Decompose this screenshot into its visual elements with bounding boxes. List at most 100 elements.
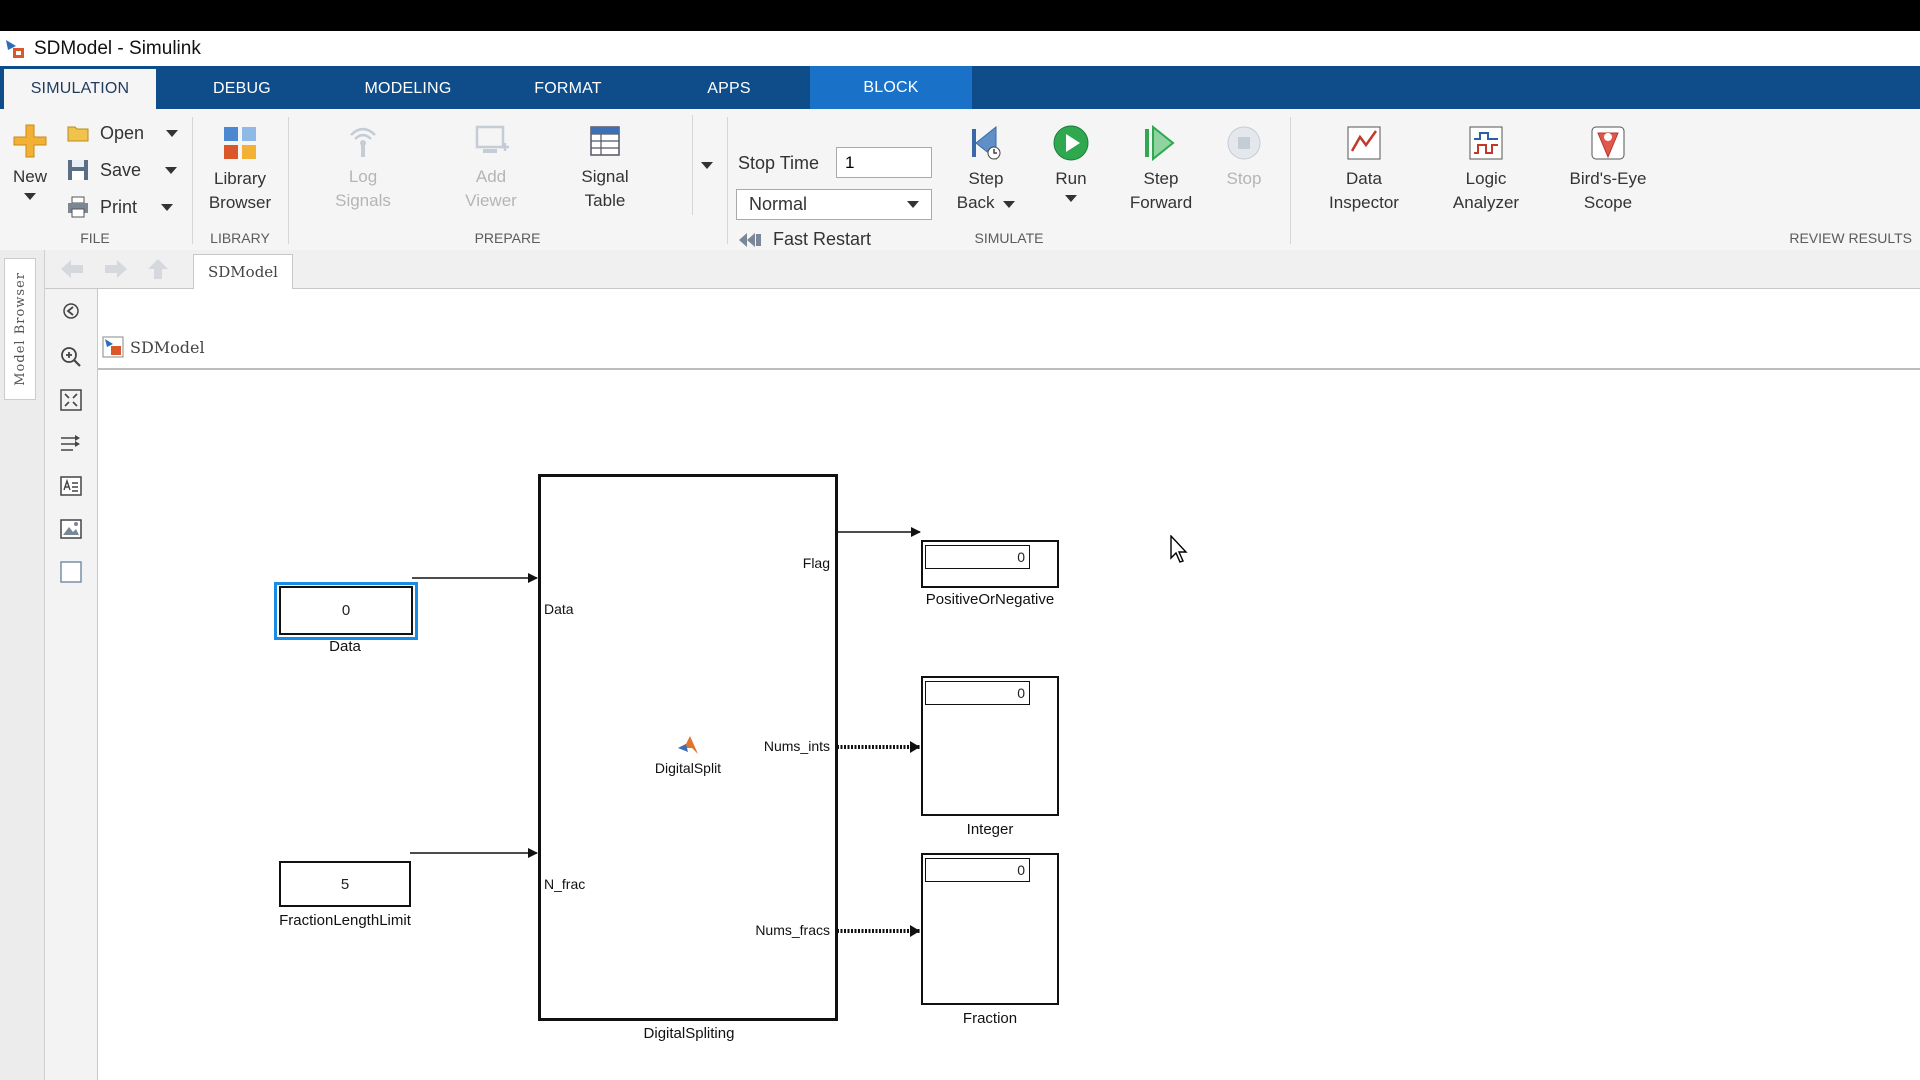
- open-button[interactable]: Open: [66, 121, 179, 145]
- signal-table-icon: [590, 126, 620, 156]
- up-arrow-icon[interactable]: [145, 258, 171, 280]
- step-back-button[interactable]: Step Back: [952, 123, 1020, 215]
- log-signals-button[interactable]: Log Signals: [328, 121, 398, 213]
- simulation-mode-value: Normal: [749, 194, 808, 214]
- signal-line-icon[interactable]: [59, 431, 83, 455]
- step-forward-label-2: Forward: [1129, 193, 1193, 212]
- log-signals-label-2: Signals: [335, 191, 391, 210]
- model-path-bar: SDModel: [98, 326, 1920, 370]
- birds-eye-scope-icon: [1591, 126, 1625, 160]
- input-port-n-frac: N_frac: [544, 876, 586, 892]
- area-icon[interactable]: [59, 560, 83, 584]
- fit-to-view-icon[interactable]: [59, 388, 83, 412]
- file-group-label: FILE: [80, 230, 110, 246]
- data-constant-block[interactable]: 0: [279, 586, 413, 635]
- matlab-function-icon: [678, 736, 698, 754]
- forward-arrow-icon[interactable]: [103, 258, 129, 280]
- step-forward-button[interactable]: Step Forward: [1124, 123, 1198, 215]
- new-label: New: [12, 167, 47, 186]
- run-icon: [1053, 125, 1089, 161]
- hide-show-browser-icon[interactable]: [59, 299, 83, 323]
- run-label: Run: [1055, 169, 1087, 188]
- stop-time-input[interactable]: [836, 147, 932, 178]
- fraction-length-limit-block[interactable]: 5: [279, 861, 411, 907]
- data-inspector-label-2: Inspector: [1329, 193, 1399, 212]
- model-browser-label: Model Browser: [12, 272, 28, 386]
- fraction-length-limit-value: 5: [340, 875, 350, 893]
- birds-eye-label-2: Scope: [1583, 193, 1633, 212]
- separator: [727, 117, 728, 244]
- logic-analyzer-button[interactable]: Logic Analyzer: [1440, 123, 1532, 215]
- zoom-in-icon[interactable]: [59, 345, 83, 369]
- library-group: Library Browser LIBRARY: [194, 109, 286, 250]
- open-label: Open: [100, 122, 145, 143]
- tab-debug[interactable]: DEBUG: [156, 69, 328, 109]
- open-dropdown-icon: [166, 129, 179, 137]
- fast-restart-icon: [739, 232, 761, 247]
- tab-format[interactable]: FORMAT: [488, 69, 648, 109]
- output-port-flag: Flag: [802, 555, 830, 571]
- tab-simulation[interactable]: SIMULATION: [4, 69, 156, 109]
- birds-eye-scope-button[interactable]: Bird's-Eye Scope: [1560, 123, 1656, 215]
- signal-arrow-nums-fracs: [910, 925, 920, 937]
- data-inspector-button[interactable]: Data Inspector: [1318, 123, 1410, 215]
- step-back-dropdown-icon: [1003, 201, 1016, 208]
- library-browser-label-1: Library: [214, 169, 266, 188]
- back-arrow-icon[interactable]: [59, 258, 85, 280]
- new-button[interactable]: New: [10, 121, 50, 200]
- logic-analyzer-label-2: Analyzer: [1452, 193, 1520, 212]
- fast-restart-button[interactable]: Fast Restart: [737, 229, 871, 250]
- open-folder-icon: [67, 126, 89, 142]
- tool-palette: [45, 289, 98, 1080]
- separator: [288, 117, 289, 244]
- logic-analyzer-icon: [1469, 126, 1503, 160]
- log-signals-label-1: Log: [348, 167, 378, 186]
- tab-modeling[interactable]: MODELING: [328, 69, 488, 109]
- annotation-icon[interactable]: [59, 474, 83, 498]
- display-integer-name: Integer: [966, 821, 1014, 838]
- model-icon: [102, 336, 124, 358]
- stop-label: Stop: [1226, 169, 1262, 188]
- model-tab-sdmodel[interactable]: SDModel: [193, 254, 293, 289]
- chevron-down-icon: [907, 201, 919, 208]
- data-inspector-icon: [1347, 126, 1381, 160]
- display-positive-or-negative-name: PositiveOrNegative: [925, 591, 1055, 608]
- output-port-nums-fracs: Nums_fracs: [755, 922, 830, 938]
- simulink-window: SDModel - Simulink SIMULATION DEBUG MODE…: [0, 31, 1920, 1080]
- model-path[interactable]: SDModel: [130, 338, 205, 357]
- fast-restart-label: Fast Restart: [773, 229, 872, 249]
- new-dropdown-icon: [24, 193, 36, 200]
- stop-button[interactable]: Stop: [1214, 123, 1274, 191]
- print-label: Print: [100, 196, 138, 217]
- ribbon-tab-bar: SIMULATION DEBUG MODELING FORMAT APPS BL…: [0, 66, 1920, 109]
- step-back-label-text: Back: [956, 193, 995, 212]
- log-signals-icon: [350, 127, 376, 157]
- run-button[interactable]: Run: [1040, 123, 1102, 202]
- stop-time-label: Stop Time: [738, 153, 820, 173]
- image-icon[interactable]: [59, 517, 83, 541]
- simulink-app-icon: [4, 38, 26, 60]
- tab-block[interactable]: BLOCK: [810, 66, 972, 109]
- title-bar: SDModel - Simulink: [0, 31, 1920, 66]
- input-port-data: Data: [544, 601, 574, 617]
- signal-table-button[interactable]: Signal Table: [570, 121, 640, 213]
- simulation-mode-select[interactable]: Normal: [736, 189, 932, 220]
- model-canvas[interactable]: 0 Data 5 FractionLengthLimit Data N_frac…: [98, 370, 1920, 1080]
- separator: [1290, 117, 1291, 244]
- tab-apps[interactable]: APPS: [648, 69, 810, 109]
- run-dropdown-icon: [1065, 195, 1077, 202]
- subsystem-inner-label: DigitalSplit: [654, 760, 722, 776]
- prepare-gallery-expand[interactable]: [692, 115, 721, 215]
- signal-arrow-nums-ints: [910, 741, 920, 753]
- print-button[interactable]: Print: [66, 195, 174, 219]
- save-button[interactable]: Save: [66, 158, 178, 182]
- step-back-label-1: Step: [968, 169, 1004, 188]
- prepare-group: Log Signals Add Viewer Signal Table PREP…: [290, 109, 725, 250]
- prepare-group-label: PREPARE: [474, 230, 541, 246]
- logic-analyzer-label-1: Logic: [1465, 169, 1507, 188]
- model-browser-tab[interactable]: Model Browser: [4, 258, 36, 400]
- model-tab-label: SDModel: [208, 263, 278, 281]
- library-browser-button[interactable]: Library Browser: [202, 123, 278, 215]
- add-viewer-button[interactable]: Add Viewer: [456, 121, 526, 213]
- data-constant-value: 0: [341, 602, 351, 619]
